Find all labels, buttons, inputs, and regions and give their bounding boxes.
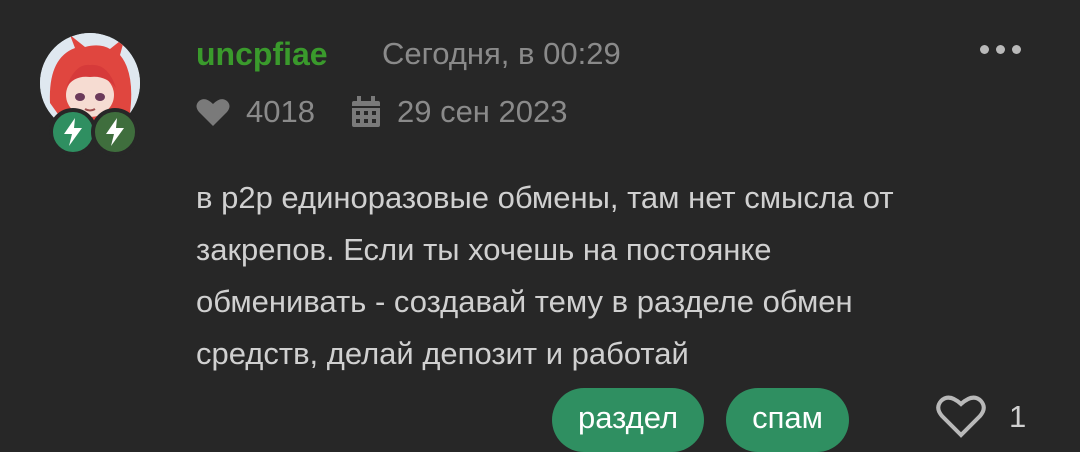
tag-razdel[interactable]: раздел <box>552 388 705 452</box>
post-tags: раздел спам <box>552 388 849 452</box>
reaction-count: 4018 <box>246 94 315 129</box>
more-dots-icon[interactable] <box>980 45 1021 54</box>
tag-spam[interactable]: спам <box>726 388 849 452</box>
calendar-icon <box>351 96 380 127</box>
post-body: в p2p единоразовые обмены, там нет смысл… <box>196 172 1056 380</box>
registration-date: 29 сен 2023 <box>396 94 568 129</box>
post-body-line: обменивать - создавай тему в разделе обм… <box>196 284 853 319</box>
heart-outline-icon <box>936 395 986 438</box>
lightning-icon[interactable] <box>91 108 139 156</box>
like-button[interactable]: 1 <box>935 393 1026 439</box>
lightning-icon[interactable] <box>49 108 97 156</box>
user-badges <box>49 108 139 156</box>
heart-icon <box>196 99 230 126</box>
post-body-line: в p2p единоразовые обмены, там нет смысл… <box>196 180 894 215</box>
user-meta: 4018 29 сен 2023 <box>196 94 568 130</box>
post-body-line: средств, делай депозит и работай <box>196 336 689 371</box>
post-body-line: закрепов. Если ты хочешь на постоянке <box>196 232 772 267</box>
like-count: 1 <box>1009 399 1027 434</box>
post-timestamp[interactable]: Сегодня, в 00:29 <box>382 36 621 72</box>
username[interactable]: uncpfiae <box>196 36 328 73</box>
